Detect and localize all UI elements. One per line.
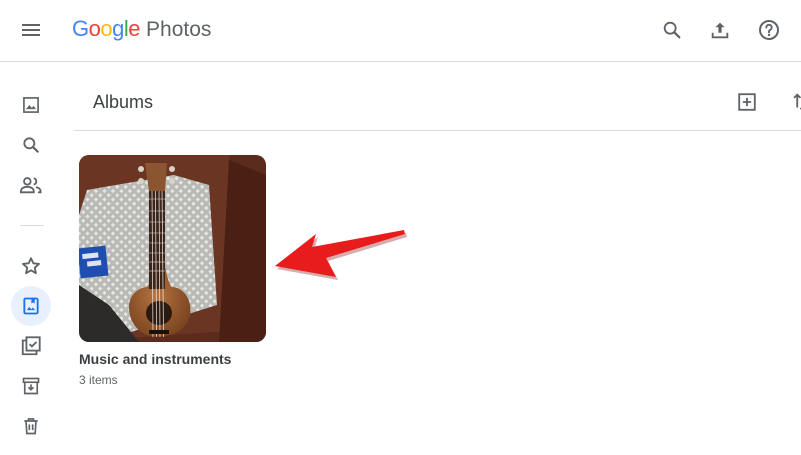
search-icon xyxy=(663,21,681,39)
albums-header: Albums xyxy=(74,62,801,131)
side-navigation xyxy=(0,62,62,455)
nav-archive[interactable] xyxy=(11,366,51,406)
logo-letter: o xyxy=(100,16,113,41)
top-app-bar: G o o g l e Photos xyxy=(0,0,801,62)
menu-icon xyxy=(22,24,40,36)
nav-favorites[interactable] xyxy=(11,246,51,286)
help-icon xyxy=(759,20,779,40)
album-cover-image[interactable] xyxy=(79,155,266,342)
star-icon xyxy=(22,257,40,275)
logo-letter: o xyxy=(88,16,101,41)
upload-button[interactable] xyxy=(700,10,740,50)
utilities-icon xyxy=(21,336,41,356)
album-card[interactable]: Music and instruments 3 items xyxy=(79,155,267,387)
google-photos-logo[interactable]: G o o g l e Photos xyxy=(72,16,211,44)
logo-letter: G xyxy=(72,16,89,41)
nav-trash[interactable] xyxy=(11,406,51,446)
pointer-arrow-icon xyxy=(275,230,407,280)
search-icon xyxy=(23,137,39,153)
sort-button[interactable] xyxy=(780,82,801,122)
logo-letter: g xyxy=(112,16,124,41)
photos-icon xyxy=(23,97,39,113)
page-title: Albums xyxy=(93,92,154,112)
help-button[interactable] xyxy=(749,10,789,50)
sort-icon xyxy=(793,93,801,110)
nav-utilities[interactable] xyxy=(11,326,51,366)
search-button[interactable] xyxy=(652,10,692,50)
nav-divider xyxy=(20,225,44,226)
add-icon xyxy=(738,93,756,111)
nav-albums[interactable] xyxy=(11,286,51,326)
logo-letter: e xyxy=(128,16,141,41)
albums-icon xyxy=(23,297,39,315)
nav-explore[interactable] xyxy=(11,125,51,165)
sharing-icon xyxy=(20,177,42,194)
upload-icon xyxy=(711,22,729,39)
archive-icon xyxy=(22,377,40,395)
album-item-count: 3 items xyxy=(79,373,118,387)
nav-sharing[interactable] xyxy=(11,165,51,205)
product-name: Photos xyxy=(146,18,212,41)
nav-photos[interactable] xyxy=(11,85,51,125)
main-menu-button[interactable] xyxy=(11,10,51,50)
album-title: Music and instruments xyxy=(79,351,232,367)
create-album-button[interactable] xyxy=(727,82,767,122)
trash-icon xyxy=(24,418,38,435)
